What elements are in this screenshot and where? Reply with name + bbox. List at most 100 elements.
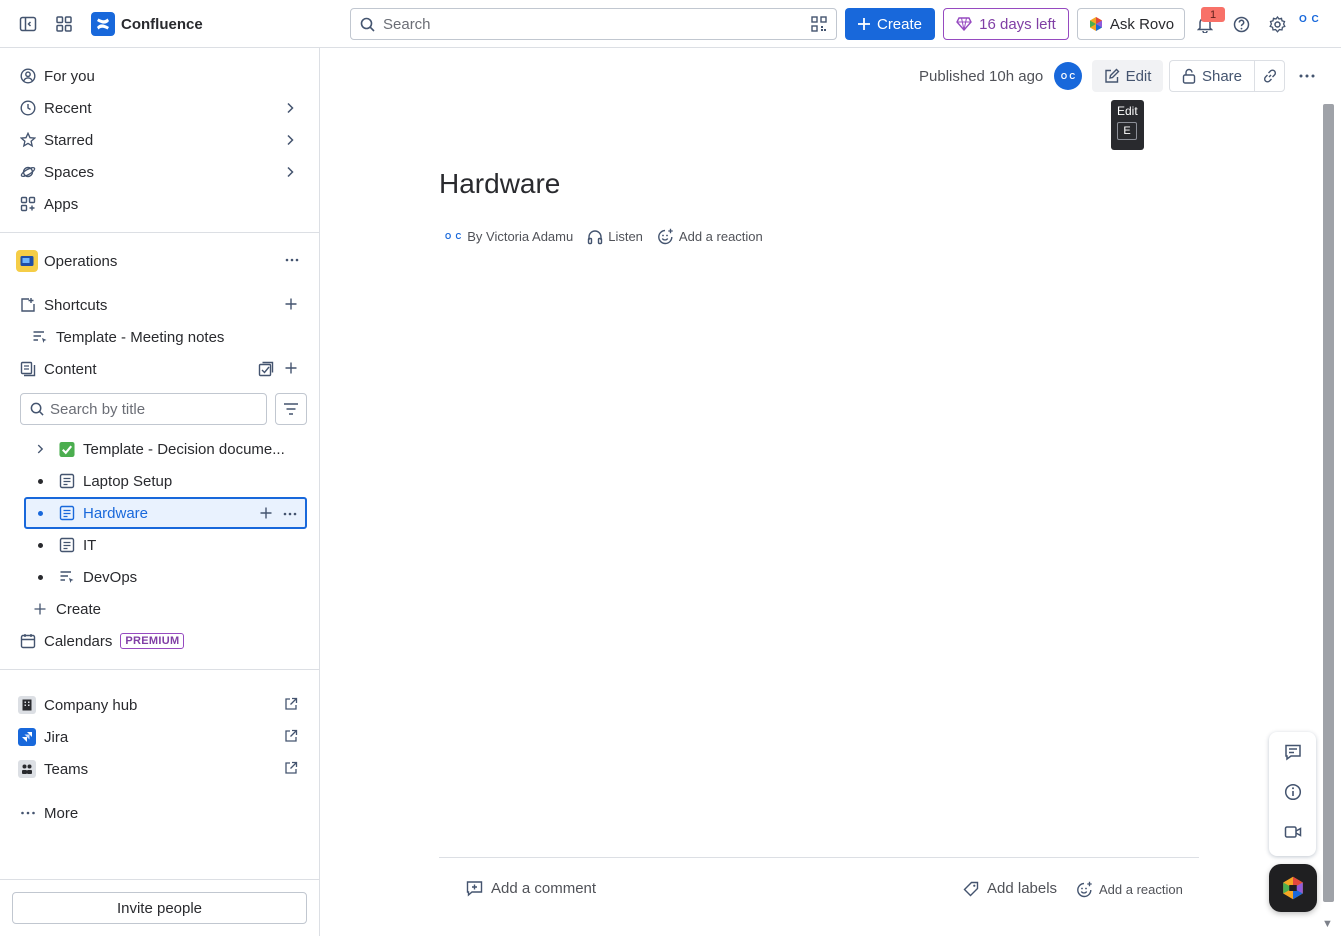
sidebar-item-apps[interactable]: Apps <box>12 188 308 220</box>
add-labels-button[interactable]: Add labels <box>963 880 1057 897</box>
comment-add-icon <box>466 880 483 897</box>
tree-item[interactable]: Laptop Setup <box>24 465 307 497</box>
tree-item-label: Hardware <box>83 504 149 522</box>
rovo-label: Ask Rovo <box>1109 15 1175 33</box>
tree-bullet <box>38 574 43 580</box>
rovo-chat-button[interactable] <box>1269 864 1317 912</box>
keyboard-shortcut: E <box>1117 122 1137 140</box>
chevron-right-icon[interactable] <box>282 132 298 148</box>
filter-button[interactable] <box>275 393 307 425</box>
sidebar-item-content[interactable]: Content <box>12 353 308 385</box>
share-button[interactable]: Share <box>1169 60 1254 92</box>
add-content-icon[interactable] <box>284 361 298 375</box>
sidebar-item-label: Apps <box>44 195 79 213</box>
author-avatar: O C <box>445 232 463 241</box>
sidebar-item-starred[interactable]: Starred <box>12 124 308 156</box>
space-header-operations[interactable]: Operations <box>12 245 308 277</box>
sidebar-toggle-icon[interactable] <box>16 12 40 36</box>
sidebar-item-recent[interactable]: Recent <box>12 92 308 124</box>
video-icon[interactable] <box>1284 823 1302 841</box>
create-button[interactable]: Create <box>845 8 935 40</box>
edit-label: Edit <box>1125 67 1152 85</box>
sidebar-item-spaces[interactable]: Spaces <box>12 156 308 188</box>
scroll-down-arrow-icon[interactable]: ▼ <box>1322 918 1333 930</box>
external-link-icon <box>284 697 298 711</box>
sidebar-item-label: For you <box>44 67 95 85</box>
sidebar-item-label: Calendars <box>44 632 113 650</box>
search-input[interactable] <box>383 15 783 33</box>
add-shortcut-icon[interactable] <box>284 297 298 311</box>
chevron-right-icon[interactable] <box>282 100 298 116</box>
more-actions-icon[interactable] <box>1294 64 1320 88</box>
add-labels-label: Add labels <box>987 880 1058 897</box>
item-more-icon[interactable] <box>282 506 298 522</box>
notification-badge: 1 <box>1201 7 1225 22</box>
add-reaction-button[interactable]: Add a reaction <box>657 228 763 245</box>
tree-item-label: Laptop Setup <box>83 472 173 490</box>
create-in-tree[interactable]: Create <box>12 593 308 625</box>
scrollbar[interactable] <box>1323 104 1334 902</box>
sidebar-app-jira[interactable]: Jira <box>12 721 308 753</box>
settings-gear-icon[interactable] <box>1265 12 1289 36</box>
tree-item[interactable]: IT <box>24 529 307 561</box>
space-avatar-icon <box>16 250 38 272</box>
footer-divider <box>439 857 1199 858</box>
add-child-icon[interactable] <box>259 506 273 520</box>
building-icon <box>18 696 36 714</box>
share-label: Share <box>1201 67 1243 85</box>
shortcut-label: Template - Meeting notes <box>56 328 225 346</box>
edit-button[interactable]: Edit <box>1092 60 1163 92</box>
comments-icon[interactable] <box>1284 743 1302 761</box>
tree-bullet <box>38 542 43 548</box>
page-title: Hardware <box>439 168 561 199</box>
plus-icon <box>857 18 870 30</box>
ask-rovo-button[interactable]: Ask Rovo <box>1077 8 1185 40</box>
add-comment-button[interactable]: Add a comment <box>466 880 596 897</box>
sidebar-item-calendars[interactable]: Calendars PREMIUM <box>12 625 308 657</box>
listen-button[interactable]: Listen <box>587 229 643 245</box>
app-name: Confluence <box>121 15 203 33</box>
invite-people-button[interactable]: Invite people <box>12 892 307 924</box>
copy-link-button[interactable] <box>1254 60 1285 92</box>
shortcut-item[interactable]: Template - Meeting notes <box>12 321 308 353</box>
global-search[interactable] <box>350 8 837 40</box>
content-search[interactable] <box>20 393 267 425</box>
plus-icon <box>34 601 46 617</box>
bulk-edit-icon[interactable] <box>258 361 274 377</box>
search-icon <box>30 402 44 416</box>
space-more-icon[interactable] <box>284 252 300 268</box>
tree-item-selected[interactable]: Hardware <box>24 497 307 529</box>
trial-button[interactable]: 16 days left <box>943 8 1069 40</box>
reaction-label: Add a reaction <box>678 229 763 244</box>
footer-add-reaction-button[interactable]: Add a reaction <box>1076 881 1183 898</box>
sidebar-item-label: Content <box>44 360 97 378</box>
sidebar-item-for-you[interactable]: For you <box>12 60 308 92</box>
sidebar-item-more[interactable]: More <box>12 797 308 829</box>
sidebar-app-label: Company hub <box>44 696 138 714</box>
floating-actions-panel <box>1269 732 1316 856</box>
published-status: Published 10h ago <box>919 68 1044 85</box>
info-icon[interactable] <box>1284 783 1302 801</box>
app-switcher-icon[interactable] <box>52 12 76 36</box>
search-filter-icon[interactable] <box>811 16 827 32</box>
sidebar-app-teams[interactable]: Teams <box>12 753 308 785</box>
user-avatar[interactable]: O C <box>1299 14 1327 34</box>
clock-icon <box>20 100 36 116</box>
live-doc-icon <box>59 569 75 585</box>
tree-item[interactable]: DevOps <box>24 561 307 593</box>
sidebar-item-shortcuts[interactable]: Shortcuts <box>12 289 308 321</box>
sidebar-app-company-hub[interactable]: Company hub <box>12 689 308 721</box>
owner-avatar[interactable]: O C <box>1054 62 1082 90</box>
confluence-logo[interactable]: Confluence <box>91 12 203 36</box>
more-dots-icon <box>20 805 36 821</box>
rovo-icon <box>1281 875 1305 901</box>
author-item[interactable]: O C By Victoria Adamu <box>445 229 573 244</box>
jira-icon <box>18 728 36 746</box>
chevron-right-icon[interactable] <box>282 164 298 180</box>
filter-icon <box>283 402 299 416</box>
sidebar-item-label: Shortcuts <box>44 296 108 314</box>
search-by-title-input[interactable] <box>50 400 250 418</box>
chevron-right-icon[interactable] <box>33 442 49 456</box>
tree-item[interactable]: Template - Decision docume... <box>24 433 307 465</box>
help-icon[interactable] <box>1229 12 1253 36</box>
